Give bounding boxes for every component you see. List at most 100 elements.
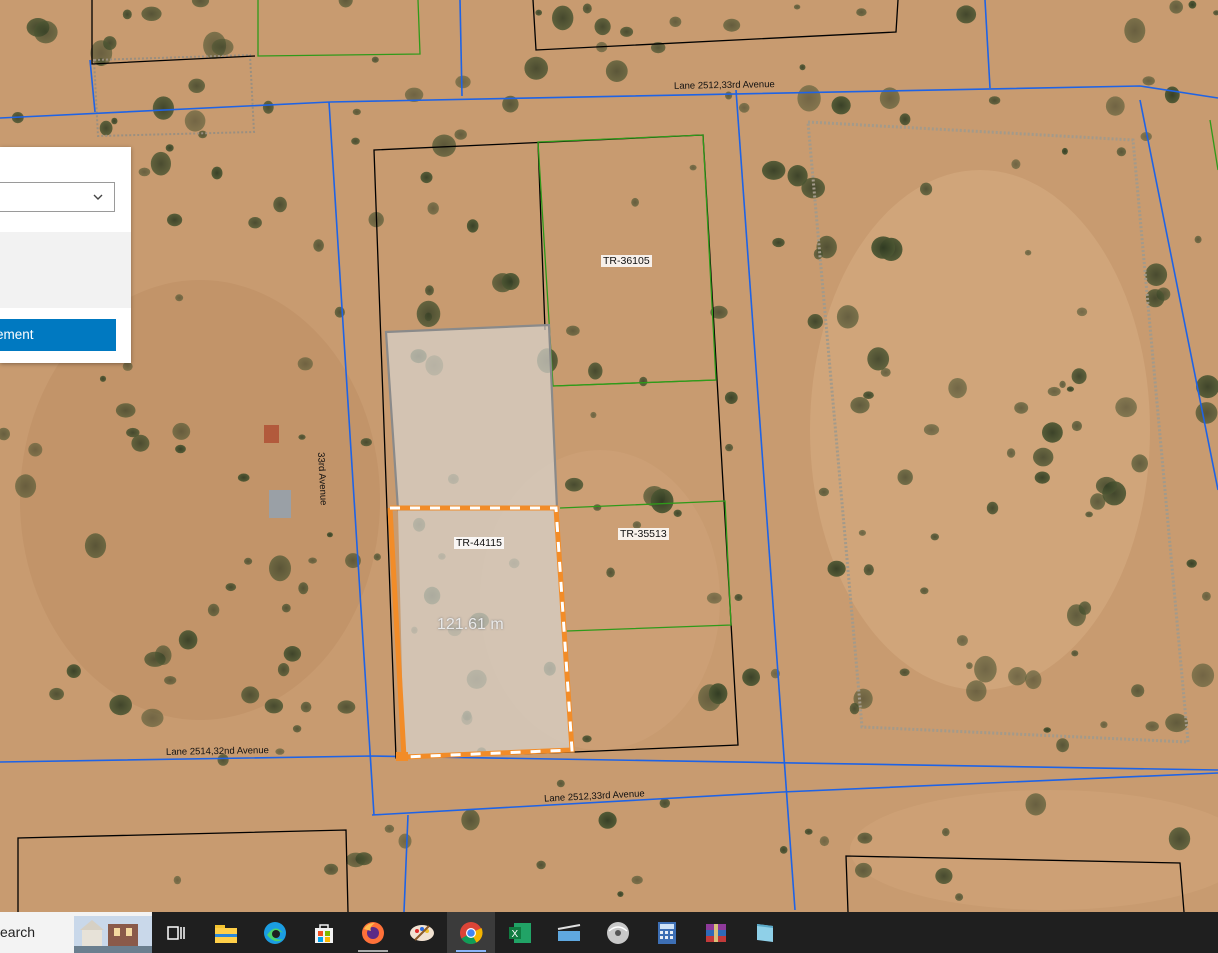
bush: [1186, 559, 1197, 568]
bush: [237, 473, 250, 482]
bush: [734, 594, 743, 601]
bush: [738, 102, 750, 113]
bush: [1090, 493, 1106, 510]
bush: [598, 811, 617, 829]
bush: [582, 3, 592, 14]
taskbar-search[interactable]: earch: [0, 912, 152, 953]
tool-panel: ement: [0, 147, 131, 363]
bush: [863, 564, 874, 576]
bush: [175, 444, 186, 454]
firefox-icon[interactable]: [349, 912, 397, 953]
bush: [262, 100, 274, 114]
bush: [797, 85, 821, 112]
bush: [831, 96, 851, 115]
disk-icon[interactable]: [594, 912, 642, 953]
map-view[interactable]: Lane 2512,33rd Avenue 33rd Avenue Lane 2…: [0, 0, 1218, 912]
tablet-icon[interactable]: [741, 912, 789, 953]
task-view-icon[interactable]: [152, 912, 200, 953]
bush: [535, 9, 542, 16]
bush: [1100, 721, 1108, 729]
bush: [565, 477, 584, 492]
bush: [858, 529, 867, 536]
parcel-label-tr-44115: TR-44115: [454, 537, 504, 549]
notepad-icon[interactable]: [545, 912, 593, 953]
bush: [178, 630, 198, 650]
bush: [1076, 307, 1088, 317]
bush: [454, 129, 467, 140]
bush: [1145, 721, 1159, 732]
bush: [955, 893, 964, 901]
excel-icon[interactable]: X: [496, 912, 544, 953]
store-icon[interactable]: [300, 912, 348, 953]
bush: [99, 375, 107, 382]
bush: [650, 488, 674, 514]
bush: [1006, 448, 1016, 458]
bush: [416, 300, 441, 327]
bush: [899, 668, 910, 677]
bush: [724, 391, 738, 404]
bush: [420, 171, 433, 184]
bush: [34, 20, 58, 44]
measurement-button[interactable]: ement: [0, 319, 116, 351]
bush: [920, 182, 933, 196]
bush: [244, 557, 253, 565]
bush: [899, 113, 911, 126]
bush: [799, 64, 806, 71]
search-highlight-icon: [74, 916, 152, 953]
satellite-map[interactable]: [0, 0, 1218, 912]
bush: [536, 860, 546, 870]
bush: [211, 166, 223, 180]
bush: [141, 708, 164, 728]
bush: [923, 424, 940, 436]
bush: [855, 862, 872, 878]
bush: [1033, 447, 1054, 467]
bush: [167, 213, 183, 227]
bush: [867, 347, 890, 371]
bush: [818, 487, 830, 497]
bush: [1024, 249, 1032, 256]
bush: [122, 361, 133, 371]
bush: [398, 833, 412, 849]
bush: [588, 362, 603, 380]
bush: [373, 553, 381, 561]
bush: [164, 676, 177, 685]
bush: [346, 852, 366, 868]
bush: [1067, 604, 1086, 627]
edge-icon[interactable]: [251, 912, 299, 953]
bush: [1071, 420, 1082, 432]
file-explorer-icon[interactable]: [202, 912, 250, 953]
bush: [1043, 727, 1051, 733]
bush: [857, 832, 873, 844]
bush: [273, 196, 287, 213]
archive-icon[interactable]: [692, 912, 740, 953]
bush: [552, 5, 574, 31]
bush: [816, 235, 837, 259]
calculator-icon[interactable]: [643, 912, 691, 953]
bush: [524, 56, 548, 80]
bush: [313, 239, 324, 252]
bush: [793, 4, 801, 10]
bush: [593, 504, 602, 511]
search-text: earch: [0, 924, 36, 940]
bush: [1131, 684, 1145, 698]
bush: [871, 236, 896, 259]
chrome-icon[interactable]: [447, 912, 495, 953]
bush: [283, 646, 302, 662]
bush: [594, 18, 611, 36]
bush: [605, 60, 628, 82]
road-label-top: Lane 2512,33rd Avenue: [673, 79, 775, 92]
bush: [1145, 263, 1168, 287]
bush: [1195, 402, 1218, 424]
bush: [360, 438, 372, 447]
bush: [1194, 235, 1202, 244]
bush: [1095, 476, 1118, 495]
bush: [432, 134, 456, 157]
bush: [974, 655, 997, 683]
bush: [1061, 147, 1068, 155]
panel-dropdown[interactable]: [0, 182, 115, 212]
bush: [772, 237, 785, 248]
paint-icon[interactable]: [398, 912, 446, 953]
chevron-down-icon: [93, 194, 103, 200]
bush: [849, 702, 860, 715]
svg-text:X: X: [512, 929, 519, 940]
